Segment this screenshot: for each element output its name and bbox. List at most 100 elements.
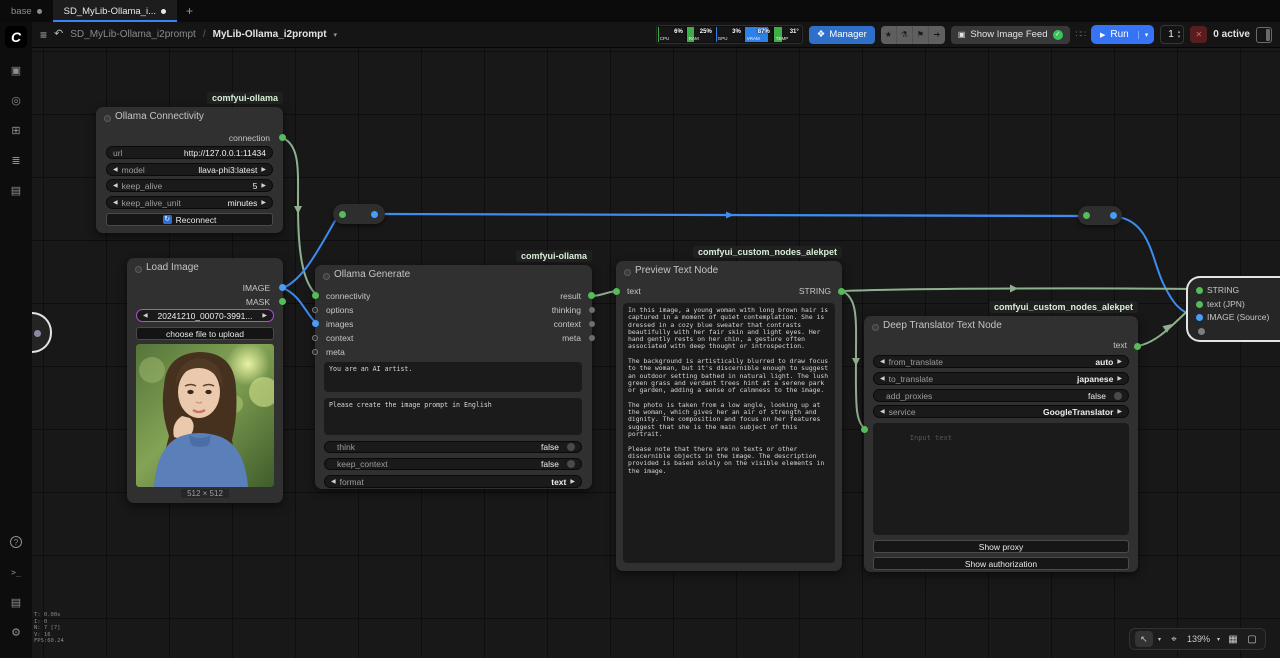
arrow-right-icon[interactable]: ▶: [262, 312, 267, 319]
arrow-right-icon[interactable]: ▶: [1117, 375, 1122, 382]
arrow-left-icon[interactable]: ◀: [880, 375, 885, 382]
input-image-source-port[interactable]: [1196, 314, 1203, 321]
url-widget[interactable]: url http://127.0.0.1:11434: [106, 146, 273, 159]
reroute-node-right[interactable]: [1078, 206, 1122, 225]
sidebar-item-logs[interactable]: ▤: [4, 590, 28, 614]
sidebar-item-queue[interactable]: ▣: [4, 58, 28, 82]
node-preview-text[interactable]: comfyui_custom_nodes_alekpet Preview Tex…: [616, 261, 842, 571]
input-text-port[interactable]: [613, 288, 620, 295]
arrow-left-icon[interactable]: ◀: [880, 408, 885, 415]
output-mask-port[interactable]: [279, 298, 286, 305]
node-deep-translator[interactable]: comfyui_custom_nodes_alekpet Deep Transl…: [864, 316, 1138, 572]
node-ollama-generate[interactable]: comfyui-ollama Ollama Generate connectiv…: [315, 265, 592, 489]
new-tab-button[interactable]: +: [177, 0, 202, 22]
system-prompt-textarea[interactable]: You are an AI artist.: [324, 362, 582, 392]
arrow-right-icon[interactable]: ▶: [1117, 408, 1122, 415]
arrow-right-icon[interactable]: ▶: [261, 182, 266, 189]
graph-canvas[interactable]: comfyui-ollama Ollama Connectivity conne…: [0, 0, 1280, 658]
input-images-port[interactable]: [312, 320, 319, 327]
star-icon[interactable]: ★: [881, 26, 897, 44]
toggle-knob[interactable]: [1114, 392, 1122, 400]
service-widget[interactable]: ◀ service GoogleTranslator ▶: [873, 405, 1129, 418]
arrow-left-icon[interactable]: ◀: [143, 312, 148, 319]
step-down-icon[interactable]: ▾: [1178, 35, 1181, 40]
cancel-run-button[interactable]: ✕: [1190, 26, 1207, 43]
arrow-left-icon[interactable]: ◀: [880, 358, 885, 365]
arrow-right-icon[interactable]: ▶: [1117, 358, 1122, 365]
pointer-tool-button[interactable]: ↖: [1135, 631, 1153, 647]
reroute-output-port[interactable]: [371, 211, 378, 218]
toggle-panel-button[interactable]: [1256, 27, 1272, 43]
output-image-port[interactable]: [279, 284, 286, 291]
tab-active-workflow[interactable]: SD_MyLib-Ollama_i...: [53, 0, 177, 22]
input-text-jpn-port[interactable]: [1196, 301, 1203, 308]
arrow-right-icon[interactable]: ▶: [570, 478, 575, 485]
image-file-combo[interactable]: ◀ 20241210_00070-3991... ▶: [136, 309, 274, 322]
collapse-dot[interactable]: [872, 324, 879, 331]
upload-button[interactable]: choose file to upload: [136, 327, 274, 340]
chevron-down-icon[interactable]: ▾: [334, 31, 338, 39]
sidebar-item-workflows[interactable]: ≣: [4, 148, 28, 172]
run-button[interactable]: ▶ Run ▾: [1091, 25, 1154, 44]
show-authorization-button[interactable]: Show authorization: [873, 557, 1129, 570]
format-widget[interactable]: ◀ format text ▶: [324, 475, 582, 488]
translator-textarea[interactable]: Input text: [873, 423, 1129, 535]
offscreen-node-right[interactable]: STRING text (JPN) IMAGE (Source): [1186, 276, 1280, 342]
arrow-left-icon[interactable]: ◀: [113, 182, 118, 189]
output-text-port[interactable]: [1134, 343, 1141, 350]
show-proxy-button[interactable]: Show proxy: [873, 540, 1129, 553]
output-meta-port[interactable]: [589, 335, 595, 341]
input-string-port[interactable]: [1196, 287, 1203, 294]
model-widget[interactable]: ◀ model llava-phi3:latest ▶: [106, 163, 273, 176]
zoom-level-label[interactable]: 139%: [1185, 634, 1212, 644]
output-context-port[interactable]: [589, 321, 595, 327]
sidebar-item-help[interactable]: ?: [4, 530, 28, 554]
input-options-port[interactable]: [312, 307, 318, 313]
to-translate-widget[interactable]: ◀ to_translate japanese ▶: [873, 372, 1129, 385]
preview-text-content[interactable]: In this image, a young woman with long b…: [623, 303, 835, 563]
toggle-on-icon[interactable]: ✓: [1053, 30, 1063, 40]
tab-base[interactable]: base: [0, 0, 53, 22]
collapse-dot[interactable]: [323, 273, 330, 280]
reroute-title-dot[interactable]: [1083, 212, 1090, 219]
reroute-title-dot[interactable]: [339, 211, 346, 218]
show-image-feed-button[interactable]: ▣ Show Image Feed ✓: [951, 26, 1070, 44]
add-proxies-toggle[interactable]: add_proxies false: [873, 389, 1129, 402]
keep-alive-widget[interactable]: ◀ keep_alive 5 ▶: [106, 179, 273, 192]
breadcrumb-workflow[interactable]: SD_MyLib-Ollama_i2prompt: [70, 29, 196, 40]
output-string-port[interactable]: [838, 288, 845, 295]
undo-icon[interactable]: ↶: [54, 29, 63, 40]
toggle-knob[interactable]: [567, 460, 575, 468]
pointer-options-chevron-icon[interactable]: ▾: [1156, 636, 1163, 643]
sidebar-item-node-library[interactable]: ◎: [4, 88, 28, 112]
input-connectivity-port[interactable]: [312, 292, 319, 299]
run-options-chevron-icon[interactable]: ▾: [1138, 31, 1155, 39]
input-extra-port[interactable]: [1198, 328, 1205, 335]
prompt-textarea[interactable]: Please create the image prompt in Englis…: [324, 398, 582, 435]
arrow-left-icon[interactable]: ◀: [113, 199, 118, 206]
fit-view-icon[interactable]: ⌖: [1166, 631, 1182, 647]
node-ollama-connectivity[interactable]: comfyui-ollama Ollama Connectivity conne…: [96, 107, 283, 233]
input-meta-port[interactable]: [312, 349, 318, 355]
sidebar-item-model-library[interactable]: ⊞: [4, 118, 28, 142]
node-load-image[interactable]: Load Image IMAGE MASK ◀ 20241210_00070-3…: [127, 258, 283, 503]
flask-icon[interactable]: ⚗: [897, 26, 913, 44]
share-icon[interactable]: ➔: [929, 26, 945, 44]
drag-handle-icon[interactable]: ∷∷: [1076, 29, 1085, 40]
stub-output-port[interactable]: [34, 330, 41, 337]
sidebar-item-templates[interactable]: ▤: [4, 178, 28, 202]
manager-button[interactable]: ❖ Manager: [809, 26, 875, 44]
from-translate-widget[interactable]: ◀ from_translate auto ▶: [873, 355, 1129, 368]
input-text-port[interactable]: [861, 426, 868, 433]
grid-toggle-icon[interactable]: ▦: [1225, 631, 1241, 647]
comfyui-logo[interactable]: C: [5, 26, 27, 48]
flag-icon[interactable]: ⚑: [913, 26, 929, 44]
arrow-right-icon[interactable]: ▶: [261, 166, 266, 173]
batch-count-stepper[interactable]: 1 ▴ ▾: [1160, 25, 1184, 44]
reroute-node-left[interactable]: [333, 204, 385, 224]
breadcrumb-current[interactable]: MyLib-Ollama_i2prompt: [213, 29, 327, 40]
keep-alive-unit-widget[interactable]: ◀ keep_alive_unit minutes ▶: [106, 196, 273, 209]
keep-context-toggle[interactable]: keep_context false: [324, 458, 582, 470]
reconnect-button[interactable]: ↻ Reconnect: [106, 213, 273, 226]
toggle-knob[interactable]: [567, 443, 575, 451]
